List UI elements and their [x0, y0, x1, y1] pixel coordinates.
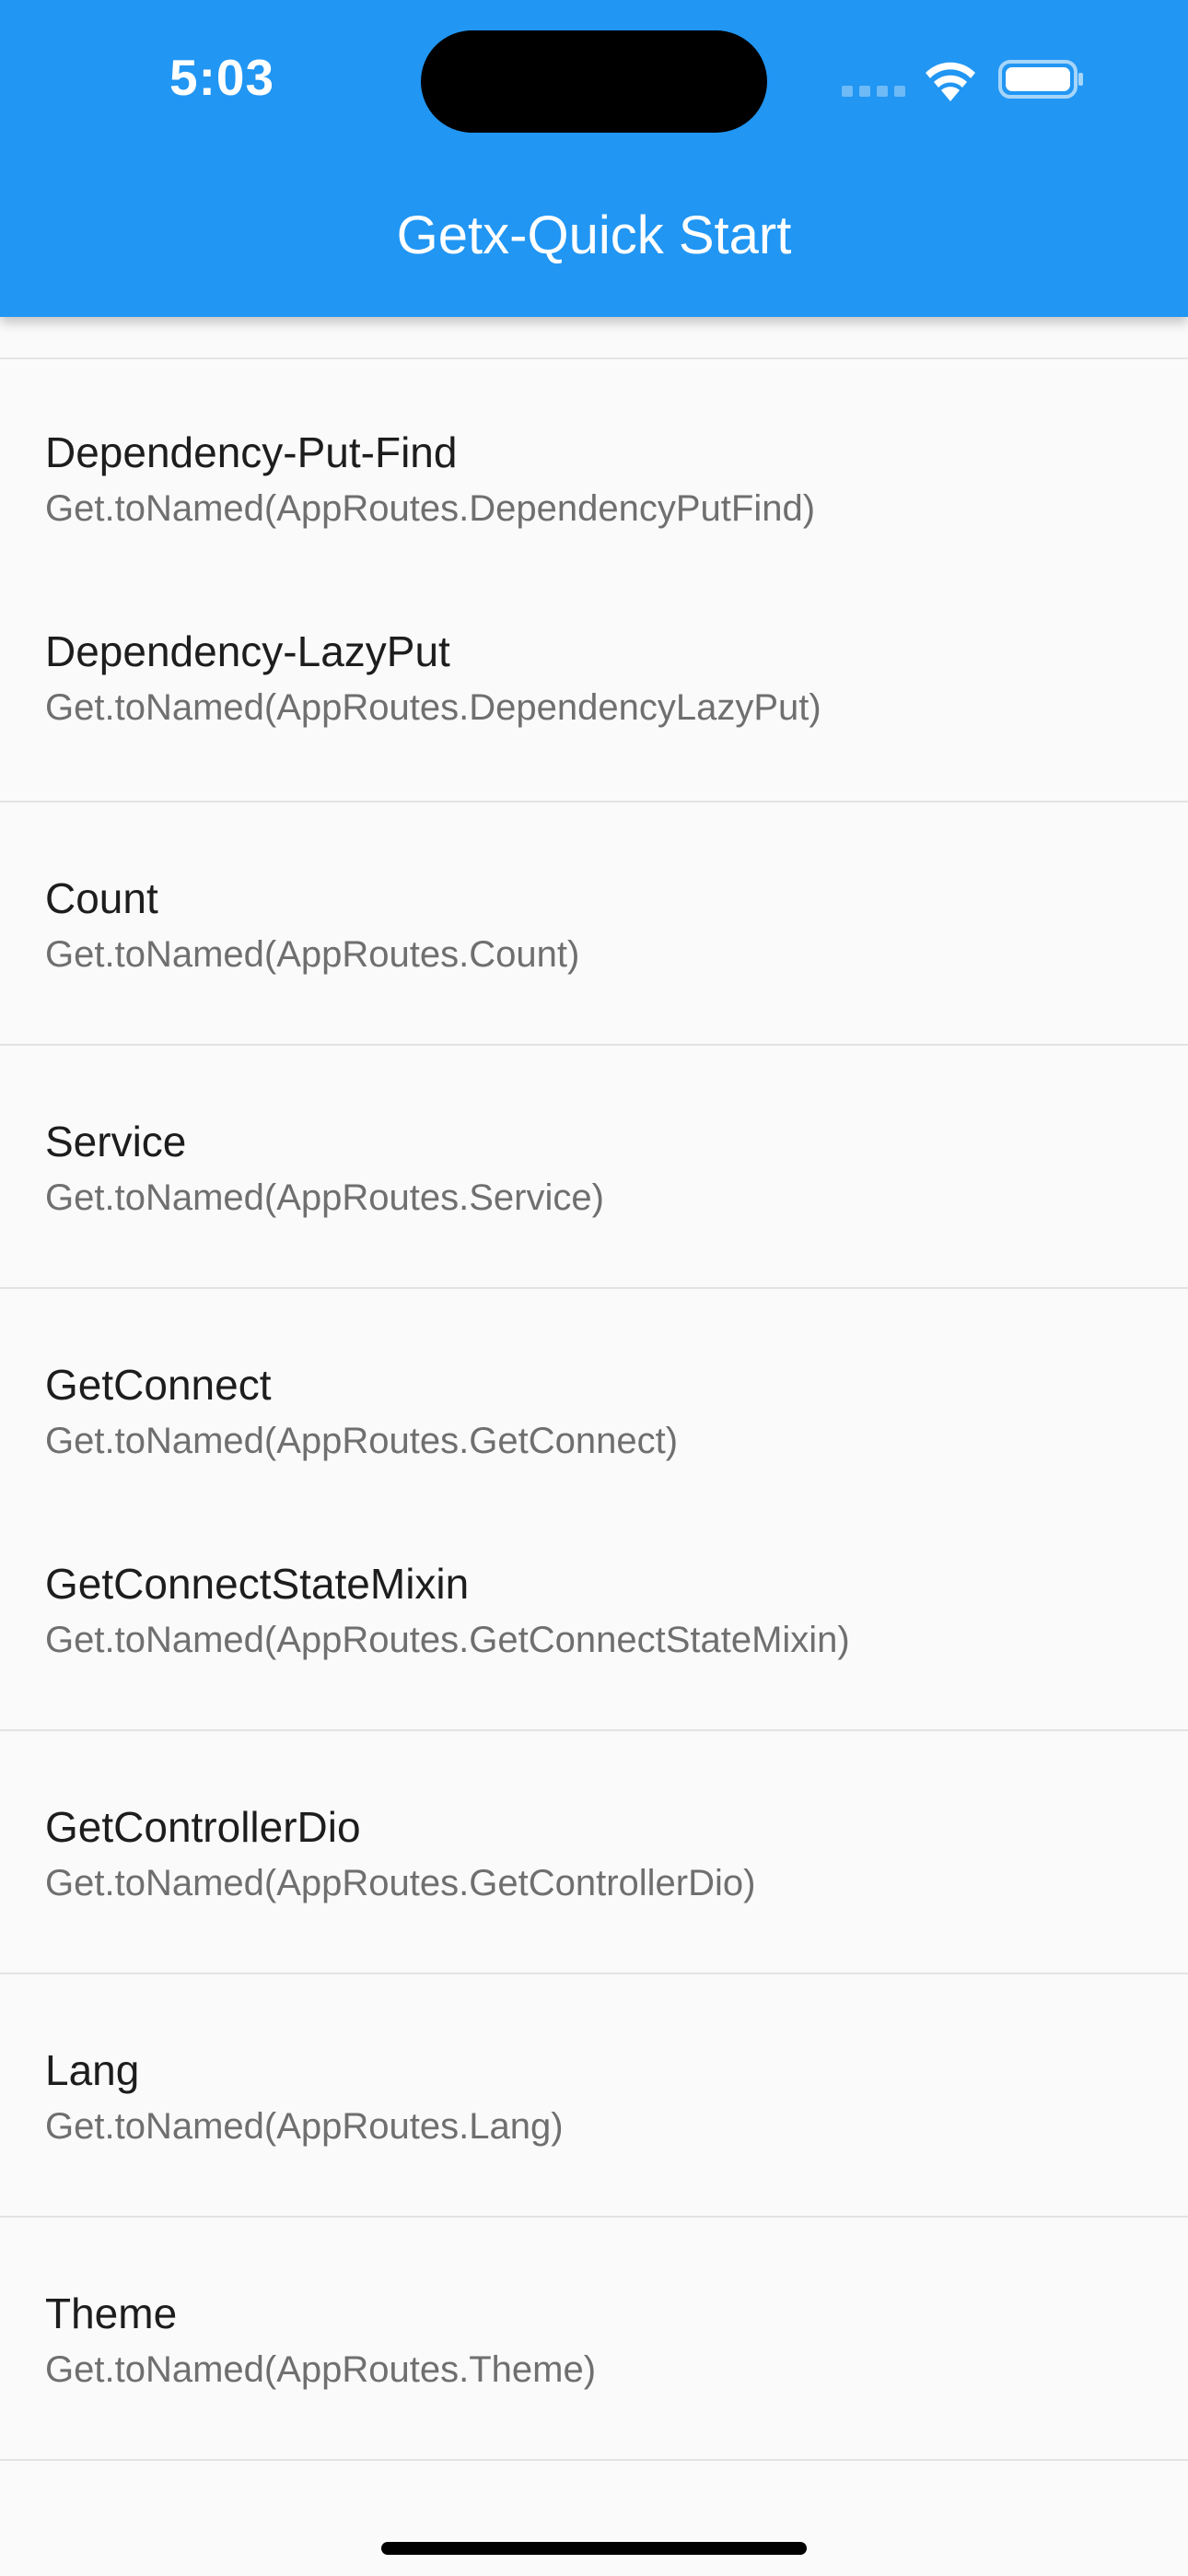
list-item-theme[interactable]: Theme Get.toNamed(AppRoutes.Theme)	[0, 2283, 1188, 2412]
list-item-title: Dependency-Put-Find	[45, 428, 458, 476]
list-item-subtitle: Get.toNamed(AppRoutes.Lang)	[45, 2106, 564, 2147]
list-item-subtitle: Get.toNamed(AppRoutes.DependencyPutFind)	[45, 488, 816, 529]
list-item-getcontrollerdio[interactable]: GetControllerDio Get.toNamed(AppRoutes.G…	[0, 1797, 1188, 1926]
list-item-dependency-lazyput[interactable]: Dependency-LazyPut Get.toNamed(AppRoutes…	[0, 621, 1188, 750]
list-item-title: Dependency-LazyPut	[45, 627, 450, 675]
divider	[0, 2459, 1188, 2461]
list-item-title: GetControllerDio	[45, 1803, 361, 1851]
list-item-subtitle: Get.toNamed(AppRoutes.Service)	[45, 1177, 604, 1218]
list-item-dependency-put-find[interactable]: Dependency-Put-Find Get.toNamed(AppRoute…	[0, 422, 1188, 551]
divider	[0, 1973, 1188, 1974]
dynamic-island	[421, 30, 767, 133]
list-item-subtitle: Get.toNamed(AppRoutes.GetConnectStateMix…	[45, 1620, 850, 1660]
divider	[0, 801, 1188, 802]
wifi-icon	[926, 62, 975, 101]
list-item-subtitle: Get.toNamed(AppRoutes.Theme)	[45, 2349, 597, 2390]
list-item-service[interactable]: Service Get.toNamed(AppRoutes.Service)	[0, 1111, 1188, 1240]
home-indicator[interactable]	[381, 2542, 807, 2555]
list-item-getconnect[interactable]: GetConnect Get.toNamed(AppRoutes.GetConn…	[0, 1354, 1188, 1483]
app-screen: 5:03 Getx-Quick Start Dependency-Put-Fin…	[0, 0, 1188, 2576]
list-item-title: Service	[45, 1118, 187, 1165]
signal-icon	[842, 86, 906, 97]
divider	[0, 2216, 1188, 2218]
list-item-getconnectstatemixin[interactable]: GetConnectStateMixin Get.toNamed(AppRout…	[0, 1553, 1188, 1682]
app-bar: 5:03 Getx-Quick Start	[0, 0, 1188, 317]
list-item-subtitle: Get.toNamed(AppRoutes.DependencyLazyPut)	[45, 687, 821, 728]
list-item-title: GetConnectStateMixin	[45, 1560, 470, 1608]
list-item-title: Count	[45, 874, 158, 922]
battery-icon	[998, 60, 1083, 99]
list-item-subtitle: Get.toNamed(AppRoutes.GetControllerDio)	[45, 1863, 756, 1903]
divider	[0, 1729, 1188, 1731]
list-item-title: Lang	[45, 2046, 140, 2094]
list-item-title: Theme	[45, 2289, 178, 2337]
status-time: 5:03	[169, 49, 275, 106]
page-title: Getx-Quick Start	[396, 205, 792, 265]
list-item-subtitle: Get.toNamed(AppRoutes.Count)	[45, 934, 580, 975]
divider	[0, 357, 1188, 359]
list-item-subtitle: Get.toNamed(AppRoutes.GetConnect)	[45, 1421, 679, 1461]
list-item-title: GetConnect	[45, 1361, 272, 1409]
list-item-lang[interactable]: Lang Get.toNamed(AppRoutes.Lang)	[0, 2040, 1188, 2169]
list-item-count[interactable]: Count Get.toNamed(AppRoutes.Count)	[0, 868, 1188, 997]
divider	[0, 1287, 1188, 1289]
divider	[0, 1044, 1188, 1046]
